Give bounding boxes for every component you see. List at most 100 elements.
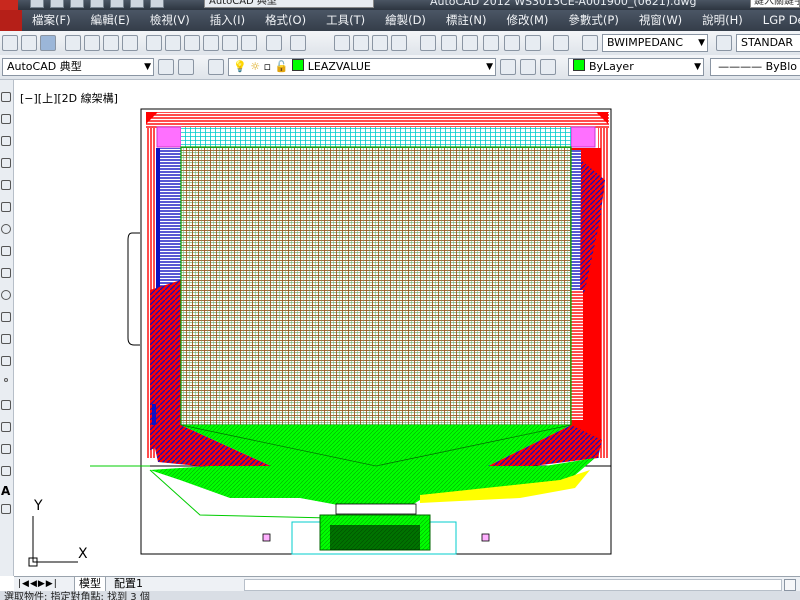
construction-line-icon[interactable] xyxy=(1,114,11,124)
polyline-icon[interactable] xyxy=(1,136,11,146)
lightbulb-icon[interactable]: 💡 xyxy=(233,60,247,73)
design-center-icon[interactable] xyxy=(441,35,457,51)
point-icon[interactable] xyxy=(4,378,8,382)
customize-icon[interactable] xyxy=(178,59,194,75)
multiline-text-icon[interactable]: A xyxy=(1,484,10,498)
menu-item-5[interactable]: 工具(T) xyxy=(316,10,375,31)
undo-arrow-icon[interactable] xyxy=(266,35,282,51)
autocad-logo-icon[interactable] xyxy=(0,0,18,10)
chevron-down-icon[interactable]: ▼ xyxy=(144,59,151,75)
3d-dwf-icon[interactable] xyxy=(122,35,138,51)
redo-arrow-icon[interactable] xyxy=(290,35,306,51)
region-icon[interactable] xyxy=(1,444,11,454)
properties-icon[interactable] xyxy=(420,35,436,51)
new-file-icon[interactable] xyxy=(30,0,44,8)
save-as-icon[interactable] xyxy=(90,0,104,8)
drawing-viewport[interactable]: [−][上][2D 線架構] Y X xyxy=(14,80,800,576)
viewport-freeze-icon[interactable]: ▫ xyxy=(264,60,271,73)
tool-palettes-icon[interactable] xyxy=(462,35,478,51)
zoom-window-icon[interactable] xyxy=(372,35,388,51)
chevron-down-icon[interactable]: ▼ xyxy=(698,35,705,51)
dimension-style-icon[interactable] xyxy=(716,35,732,51)
calculator-icon[interactable] xyxy=(525,35,541,51)
redo-icon[interactable] xyxy=(150,0,164,8)
hatch-icon[interactable] xyxy=(1,400,11,410)
qnew-icon[interactable] xyxy=(2,35,18,51)
menu-item-0[interactable]: 檔案(F) xyxy=(22,10,81,31)
undo-icon[interactable] xyxy=(241,35,257,51)
make-current-layer-icon[interactable] xyxy=(500,59,516,75)
polygon-icon[interactable] xyxy=(1,158,11,168)
menu-item-6[interactable]: 繪製(D) xyxy=(375,10,436,31)
add-selected-icon[interactable] xyxy=(1,504,11,514)
tab-navigation-icons[interactable]: |◀◀▶▶| xyxy=(18,579,58,589)
spline-icon[interactable] xyxy=(1,268,11,278)
menu-item-4[interactable]: 格式(O) xyxy=(255,10,316,31)
menu-item-1[interactable]: 編輯(E) xyxy=(81,10,140,31)
save-icon[interactable] xyxy=(70,0,84,8)
table-icon[interactable] xyxy=(1,466,11,476)
search-input[interactable]: 鍵入關鍵字 xyxy=(750,0,800,8)
insert-block-icon[interactable] xyxy=(1,334,11,344)
menu-item-11[interactable]: 說明(H) xyxy=(692,10,753,31)
drawing-canvas[interactable] xyxy=(14,80,800,576)
menu-item-9[interactable]: 參數式(P) xyxy=(558,10,628,31)
layer-state-icon[interactable] xyxy=(540,59,556,75)
block-editor-icon[interactable] xyxy=(222,35,238,51)
plot-icon[interactable] xyxy=(65,35,81,51)
menu-item-10[interactable]: 視窗(W) xyxy=(629,10,692,31)
chevron-down-icon[interactable]: ▼ xyxy=(694,59,701,75)
ellipse-arc-icon[interactable] xyxy=(1,312,11,322)
sun-icon[interactable]: ☼ xyxy=(250,60,260,73)
zoom-previous-icon[interactable] xyxy=(391,35,407,51)
zoom-realtime-icon[interactable] xyxy=(353,35,369,51)
line-icon[interactable] xyxy=(1,92,11,102)
save-icon[interactable] xyxy=(40,35,56,51)
layer-properties-icon[interactable] xyxy=(208,59,224,75)
text-style-icon[interactable] xyxy=(582,35,598,51)
circle-icon[interactable] xyxy=(1,224,11,234)
workspace-settings-icon[interactable] xyxy=(158,59,174,75)
plot-preview-icon[interactable] xyxy=(84,35,100,51)
plot-icon[interactable] xyxy=(110,0,124,8)
gradient-icon[interactable] xyxy=(1,422,11,432)
application-menu-button[interactable] xyxy=(0,10,22,31)
cut-icon[interactable] xyxy=(146,35,162,51)
linetype-select[interactable]: ———— ByBlo xyxy=(710,58,800,76)
paste-icon[interactable] xyxy=(184,35,200,51)
help-icon[interactable] xyxy=(553,35,569,51)
pan-icon[interactable] xyxy=(334,35,350,51)
layer-select[interactable]: 💡 ☼ ▫ 🔓 LEAZVALUE ▼ xyxy=(228,58,496,76)
tab-layout1[interactable]: 配置1 xyxy=(110,577,147,591)
command-line[interactable]: 選取物件: 指定對角點: 找到 3 個 xyxy=(0,591,800,600)
menu-item-8[interactable]: 修改(M) xyxy=(497,10,559,31)
publish-icon[interactable] xyxy=(103,35,119,51)
menu-item-7[interactable]: 標註(N) xyxy=(436,10,497,31)
open-icon[interactable] xyxy=(21,35,37,51)
open-file-icon[interactable] xyxy=(50,0,64,8)
dimension-style-select[interactable]: BWIMPEDANC ▼ xyxy=(602,34,708,52)
menu-item-2[interactable]: 檢視(V) xyxy=(140,10,200,31)
rectangle-icon[interactable] xyxy=(1,180,11,190)
layer-previous-icon[interactable] xyxy=(520,59,536,75)
ellipse-icon[interactable] xyxy=(1,290,11,300)
menu-item-12[interactable]: LGP Design xyxy=(753,10,800,31)
workspace-switch[interactable]: AutoCAD 典型 xyxy=(204,0,374,8)
horizontal-scrollbar[interactable] xyxy=(244,579,782,591)
menu-item-3[interactable]: 插入(I) xyxy=(200,10,255,31)
copy-icon[interactable] xyxy=(165,35,181,51)
make-block-icon[interactable] xyxy=(1,356,11,366)
match-properties-icon[interactable] xyxy=(203,35,219,51)
markup-icon[interactable] xyxy=(504,35,520,51)
workspace-select[interactable]: AutoCAD 典型 ▼ xyxy=(2,58,154,76)
lock-icon[interactable]: 🔓 xyxy=(275,60,289,73)
sheet-set-icon[interactable] xyxy=(483,35,499,51)
revision-cloud-icon[interactable] xyxy=(1,246,11,256)
text-style-select[interactable]: STANDAR xyxy=(736,34,800,52)
color-select[interactable]: ByLayer ▼ xyxy=(568,58,704,76)
undo-icon[interactable] xyxy=(130,0,144,8)
scroll-right-icon[interactable] xyxy=(784,579,796,591)
chevron-down-icon[interactable]: ▼ xyxy=(486,59,493,75)
arc-icon[interactable] xyxy=(1,202,11,212)
tab-model[interactable]: 模型 xyxy=(74,577,106,592)
